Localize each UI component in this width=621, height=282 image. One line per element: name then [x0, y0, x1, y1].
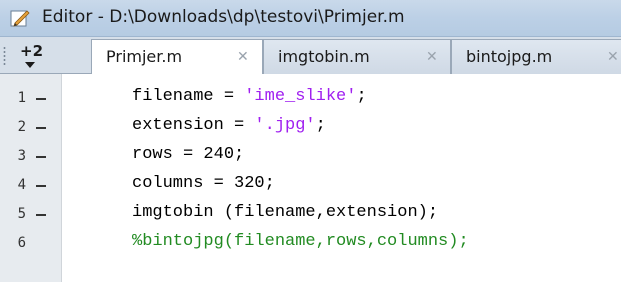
breakpoint-marker[interactable] [36, 214, 46, 216]
breakpoint-marker[interactable] [36, 127, 46, 129]
tab-label: bintojpg.m [466, 47, 553, 66]
code-line[interactable]: 2 extension = '.jpg'; [0, 113, 621, 142]
code-line[interactable]: 1 filename = 'ime_slike'; [0, 84, 621, 113]
tab-label: imgtobin.m [278, 47, 370, 66]
close-icon[interactable]: ✕ [607, 49, 619, 65]
tab-label: Primjer.m [106, 47, 183, 66]
code-line[interactable]: 4 columns = 320; [0, 171, 621, 200]
code-comment[interactable]: %bintojpg(filename,rows,columns); [132, 232, 469, 251]
breakpoint-marker[interactable] [36, 185, 46, 187]
tab-strip: +2 Primjer.m ✕ imgtobin.m ✕ bintojpg.m ✕ [0, 37, 621, 76]
line-number: 1 [17, 90, 26, 106]
more-tabs-button[interactable]: +2 [20, 42, 50, 70]
title-bar: Editor - D:\Downloads\dp\testovi\Primjer… [0, 0, 621, 37]
code-line[interactable]: 6 %bintojpg(filename,rows,columns); [0, 229, 621, 258]
more-tabs-count: +2 [20, 42, 44, 60]
breakpoint-marker[interactable] [36, 98, 46, 100]
line-number: 3 [17, 148, 26, 164]
tab-bintojpg[interactable]: bintojpg.m ✕ [451, 39, 621, 74]
code-text[interactable]: imgtobin (filename,extension); [132, 203, 438, 222]
editor-pencil-icon [10, 8, 30, 28]
code-text[interactable]: columns = 320; [132, 174, 275, 193]
breakpoint-marker[interactable] [36, 156, 46, 158]
window-title: Editor - D:\Downloads\dp\testovi\Primjer… [42, 7, 405, 27]
code-text[interactable]: extension = '.jpg'; [132, 116, 326, 135]
tab-imgtobin[interactable]: imgtobin.m ✕ [263, 39, 451, 74]
code-line[interactable]: 5 imgtobin (filename,extension); [0, 200, 621, 229]
code-line[interactable]: 3 rows = 240; [0, 142, 621, 171]
editor-window: Editor - D:\Downloads\dp\testovi\Primjer… [0, 0, 621, 282]
tab-primjer[interactable]: Primjer.m ✕ [91, 39, 263, 76]
code-editor[interactable]: 1 filename = 'ime_slike'; 2 extension = … [0, 74, 621, 282]
line-number: 5 [17, 206, 26, 222]
drag-grip-icon[interactable] [3, 46, 6, 66]
code-text[interactable]: filename = 'ime_slike'; [132, 87, 367, 106]
line-number: 2 [17, 119, 26, 135]
close-icon[interactable]: ✕ [426, 49, 438, 65]
code-text[interactable]: rows = 240; [132, 145, 244, 164]
close-icon[interactable]: ✕ [237, 49, 249, 65]
chevron-down-icon [25, 62, 35, 68]
line-number: 4 [17, 177, 26, 193]
line-number: 6 [17, 235, 26, 251]
